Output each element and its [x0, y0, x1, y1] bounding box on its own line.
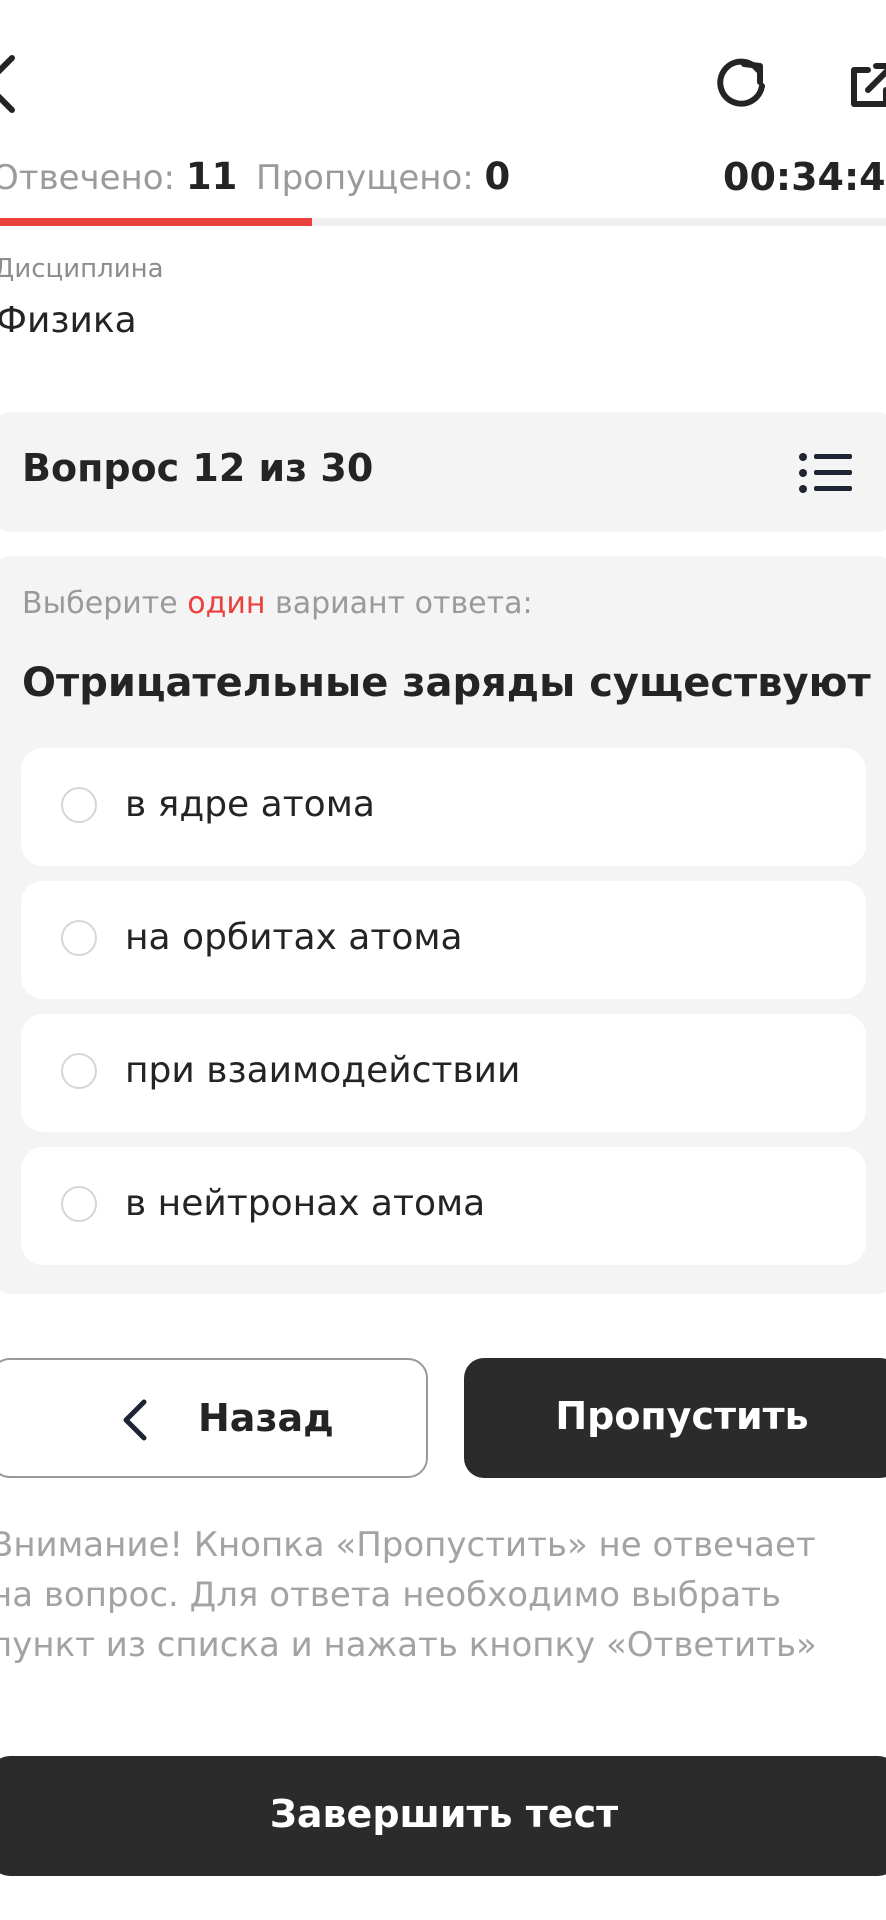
notice-line: на вопрос. Для ответа необходимо выбрать — [0, 1575, 782, 1615]
radio-button[interactable] — [61, 787, 97, 823]
skip-button-label: Пропустить — [555, 1394, 809, 1438]
progress-fill — [0, 218, 312, 226]
discipline-value: Физика — [0, 300, 137, 341]
back-icon[interactable] — [0, 52, 18, 116]
notice-line: пункт из списка и нажать кнопку «Ответит… — [0, 1625, 817, 1665]
skipped-value: 0 — [484, 155, 511, 198]
option-label: в нейтронах атома — [125, 1183, 486, 1224]
progress-bar — [0, 218, 886, 226]
question-text: Отрицательные заряды существуют ... — [22, 660, 886, 706]
option-label: на орбитах атома — [125, 917, 463, 958]
external-link-icon[interactable] — [846, 60, 886, 110]
question-counter: Вопрос 12 из 30 — [22, 446, 374, 490]
reload-icon[interactable] — [712, 54, 770, 112]
notice-line: Внимание! Кнопка «Пропустить» не отвечае… — [0, 1525, 816, 1565]
radio-button[interactable] — [61, 920, 97, 956]
answer-option[interactable]: в нейтронах атома — [21, 1147, 866, 1265]
hint-suffix: вариант ответа: — [275, 586, 533, 621]
answered-label: Отвечено: — [0, 158, 176, 198]
finish-button-label: Завершить тест — [269, 1792, 619, 1836]
finish-test-button[interactable]: Завершить тест — [0, 1756, 886, 1876]
option-label: в ядре атома — [125, 784, 375, 825]
question-card: Выберите один вариант ответа: Отрицатель… — [0, 556, 886, 1294]
answer-option[interactable]: при взаимодействии — [21, 1014, 866, 1132]
skip-notice: Внимание! Кнопка «Пропустить» не отвечае… — [0, 1520, 870, 1670]
back-button[interactable]: Назад — [0, 1358, 428, 1478]
back-button-label: Назад — [198, 1396, 334, 1440]
answer-hint: Выберите один вариант ответа: — [22, 586, 533, 621]
option-label: при взаимодействии — [125, 1050, 521, 1091]
discipline-label: Дисциплина — [0, 254, 164, 284]
radio-button[interactable] — [61, 1186, 97, 1222]
chevron-left-icon — [120, 1398, 150, 1442]
answer-option[interactable]: на орбитах атома — [21, 881, 866, 999]
skipped-label: Пропущено: — [256, 158, 474, 198]
radio-button[interactable] — [61, 1053, 97, 1089]
answered-stat: Отвечено: 11 — [0, 152, 237, 202]
answer-option[interactable]: в ядре атома — [21, 748, 866, 866]
hint-accent: один — [187, 586, 266, 621]
skip-button[interactable]: Пропустить — [464, 1358, 886, 1478]
hint-prefix: Выберите — [22, 586, 178, 621]
question-header-card: Вопрос 12 из 30 — [0, 412, 886, 532]
timer: 00:34:45 — [723, 155, 886, 199]
skipped-stat: Пропущено: 0 — [256, 152, 510, 202]
answered-value: 11 — [185, 155, 238, 198]
list-icon[interactable] — [798, 452, 854, 494]
